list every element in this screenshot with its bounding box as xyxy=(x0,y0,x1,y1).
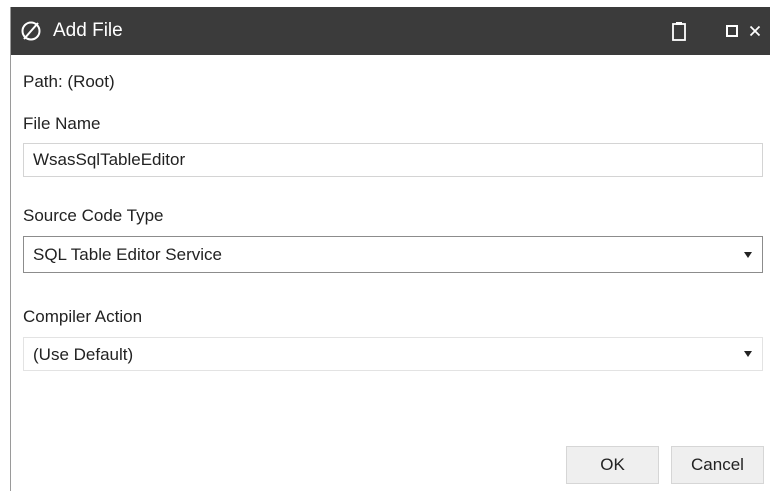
source-code-type-select[interactable]: SQL Table Editor Service xyxy=(23,236,763,273)
path-label: Path: (Root) xyxy=(23,72,115,91)
compiler-action-value: (Use Default) xyxy=(33,345,134,364)
background-strip xyxy=(0,0,770,7)
compiler-action-select[interactable]: (Use Default) xyxy=(23,337,763,371)
dropdown-caret-icon xyxy=(744,351,752,357)
file-name-label: File Name xyxy=(23,114,101,133)
app-logo-icon xyxy=(20,20,42,42)
ok-button[interactable]: OK xyxy=(566,446,659,484)
compiler-action-label: Compiler Action xyxy=(23,307,143,326)
source-code-type-value: SQL Table Editor Service xyxy=(33,245,222,264)
add-file-dialog: Add File Path: (Root) File Name WsasSqlT… xyxy=(10,7,770,491)
close-icon[interactable] xyxy=(745,19,765,43)
cancel-button[interactable]: Cancel xyxy=(671,446,764,484)
dropdown-caret-icon xyxy=(744,251,752,258)
source-code-type-label: Source Code Type xyxy=(23,206,164,225)
maximize-icon[interactable] xyxy=(723,19,741,43)
screen: Add File Path: (Root) File Name WsasSqlT… xyxy=(0,0,770,491)
dialog-title: Add File xyxy=(53,20,123,41)
file-name-input[interactable] xyxy=(23,143,763,177)
dialog-titlebar[interactable]: Add File xyxy=(11,7,770,55)
clipboard-icon[interactable] xyxy=(669,19,689,43)
